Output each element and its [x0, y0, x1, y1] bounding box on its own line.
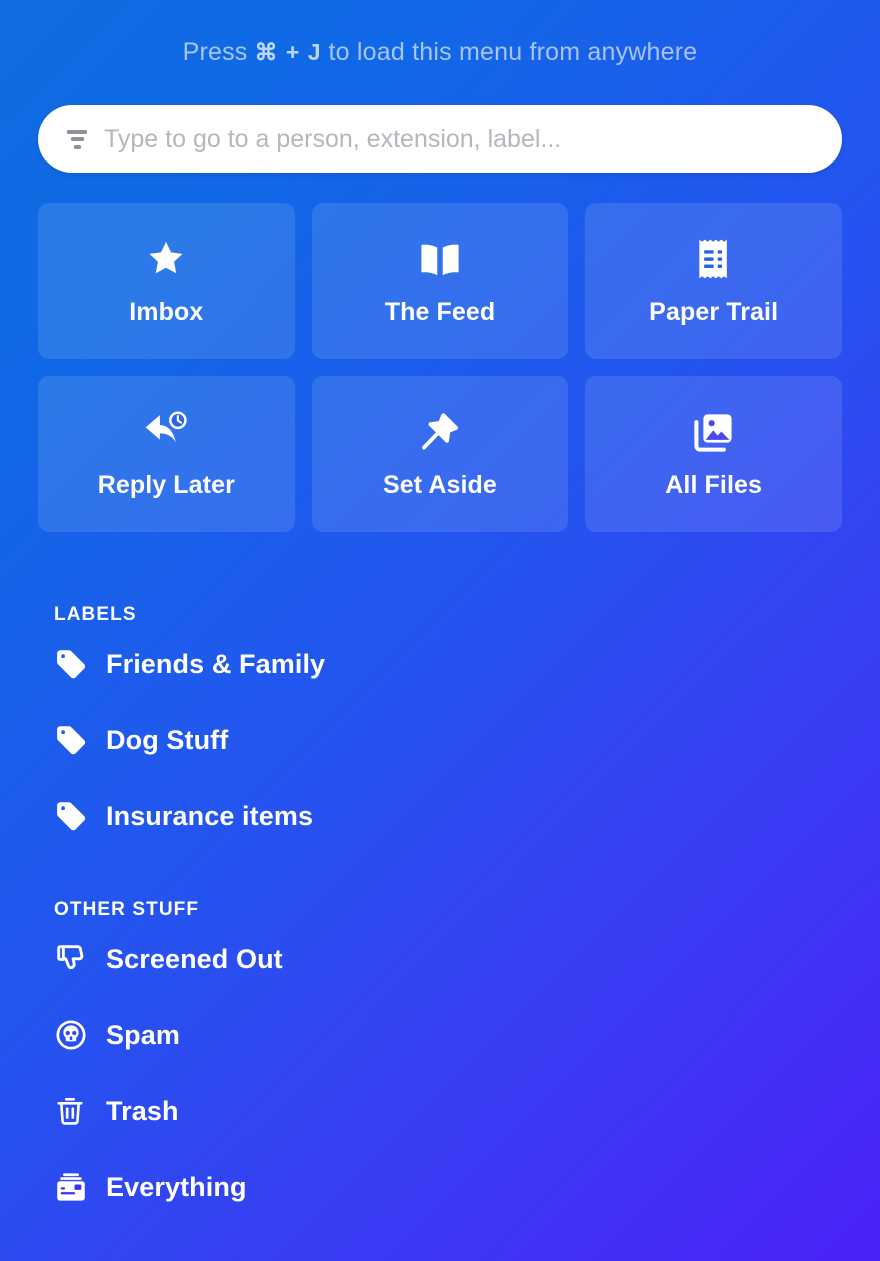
open-book-icon [417, 236, 463, 282]
other-row-trash[interactable]: Trash [0, 1073, 880, 1149]
skull-circle-icon [54, 1018, 96, 1052]
tile-label: Imbox [129, 297, 204, 326]
tile-reply-later[interactable]: Reply Later [38, 376, 295, 532]
star-icon [143, 236, 189, 282]
filter-icon [64, 126, 90, 152]
tile-set-aside[interactable]: Set Aside [311, 376, 569, 532]
labels-section-heading: LABELS [54, 604, 137, 625]
tile-imbox[interactable]: Imbox [38, 203, 295, 359]
label-text: Dog Stuff [106, 724, 229, 755]
tag-icon [54, 723, 96, 757]
archive-box-icon [54, 1170, 96, 1204]
label-text: Insurance items [106, 800, 314, 831]
label-text: Screened Out [106, 943, 283, 974]
label-text: Friends & Family [106, 648, 326, 679]
tile-label: Set Aside [383, 470, 497, 499]
search-bar[interactable] [38, 105, 842, 173]
label-row-dog-stuff[interactable]: Dog Stuff [0, 702, 880, 778]
label-text: Spam [106, 1019, 180, 1050]
other-row-everything[interactable]: Everything [0, 1149, 880, 1225]
thumbs-down-icon [54, 942, 96, 976]
shortcut-hint: Press ⌘ + J to load this menu from anywh… [0, 0, 880, 105]
shortcut-keys: ⌘ + J [254, 39, 322, 65]
quick-access-grid: Imbox The Feed Paper Trail Reply Later S… [38, 203, 842, 532]
tile-paper-trail[interactable]: Paper Trail [585, 203, 842, 359]
search-input[interactable] [104, 124, 816, 154]
other-row-screened-out[interactable]: Screened Out [0, 921, 880, 997]
trash-icon [54, 1094, 96, 1128]
tile-all-files[interactable]: All Files [585, 376, 842, 532]
receipt-icon [694, 236, 734, 282]
label-row-friends-family[interactable]: Friends & Family [0, 626, 880, 702]
reply-clock-icon [141, 409, 191, 455]
other-section-heading: OTHER STUFF [54, 899, 200, 920]
tag-icon [54, 647, 96, 681]
tile-label: Paper Trail [649, 297, 779, 326]
label-row-insurance-items[interactable]: Insurance items [0, 778, 880, 854]
other-row-spam[interactable]: Spam [0, 997, 880, 1073]
photos-stack-icon [691, 409, 737, 455]
tile-label: The Feed [384, 297, 496, 326]
label-text: Trash [106, 1095, 179, 1126]
tile-label: All Files [665, 470, 763, 499]
hint-prefix: Press [182, 38, 248, 66]
tag-icon [54, 799, 96, 833]
tile-label: Reply Later [97, 470, 235, 499]
label-text: Everything [106, 1171, 247, 1202]
hint-suffix: to load this menu from anywhere [328, 38, 698, 66]
pushpin-icon [417, 409, 463, 455]
tile-the-feed[interactable]: The Feed [311, 203, 569, 359]
